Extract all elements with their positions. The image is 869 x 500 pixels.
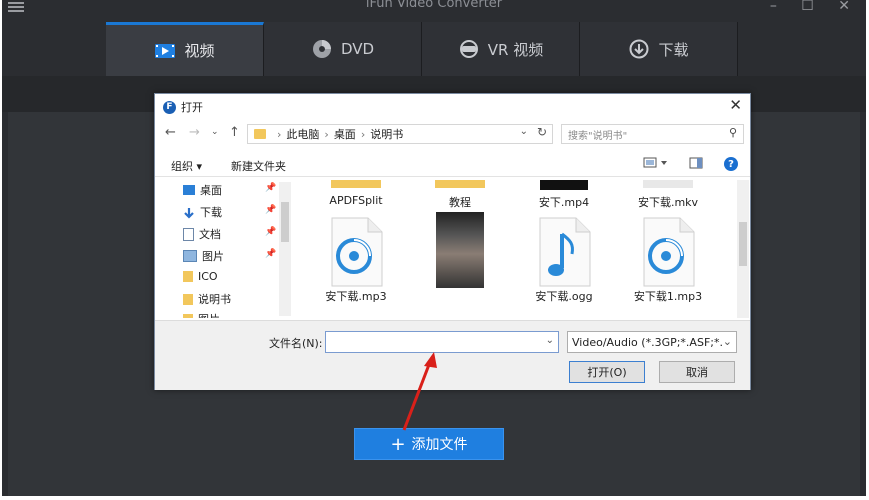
dialog-titlebar: F 打开 bbox=[163, 99, 203, 115]
video-icon bbox=[154, 42, 176, 60]
folder-icon bbox=[183, 271, 193, 282]
help-icon[interactable]: ? bbox=[724, 157, 738, 171]
desktop-icon bbox=[183, 185, 195, 195]
tab-download-label: 下载 bbox=[658, 40, 689, 59]
file-item[interactable]: 安下载.mkv bbox=[623, 180, 713, 210]
recent-dropdown-icon[interactable]: ⌄ bbox=[211, 127, 219, 137]
dialog-toolbar: 组织 ▾ 新建文件夹 ? bbox=[155, 154, 750, 177]
tab-vr-video[interactable]: VR 视频 bbox=[422, 22, 580, 76]
document-icon bbox=[183, 227, 194, 241]
tab-download[interactable]: 下载 bbox=[580, 22, 738, 76]
dvd-disc-icon bbox=[311, 40, 333, 58]
tab-video-label: 视频 bbox=[184, 42, 215, 60]
back-arrow-icon[interactable]: ← bbox=[165, 125, 176, 140]
sidebar-item-downloads[interactable]: 下载 bbox=[183, 204, 222, 220]
file-item[interactable]: 安下载.mp3 bbox=[311, 216, 401, 304]
preview-pane-icon[interactable] bbox=[689, 157, 703, 172]
vr-headset-icon bbox=[458, 40, 480, 58]
file-list-scroll-thumb[interactable] bbox=[739, 222, 747, 266]
search-placeholder: 搜索"说明书" bbox=[568, 130, 628, 142]
dialog-footer: 文件名(N): ⌄ Video/Audio (*.3GP;*.ASF;*.A ⌄… bbox=[155, 320, 750, 390]
sidebar-scroll-thumb[interactable] bbox=[281, 202, 289, 242]
pin-icon: 📌 bbox=[265, 205, 277, 215]
download-arrow-icon bbox=[183, 207, 195, 219]
sidebar-item-documents[interactable]: 文档 bbox=[183, 226, 221, 242]
folder-icon bbox=[183, 313, 193, 318]
chevron-down-icon[interactable]: ⌄ bbox=[722, 335, 732, 348]
cancel-button[interactable]: 取消 bbox=[659, 361, 735, 383]
file-item[interactable]: 安下载.ogg bbox=[519, 216, 609, 304]
sidebar-item-ico[interactable]: ICO bbox=[183, 270, 218, 283]
navigation-pane: 桌面 📌 下载 📌 文档 📌 图片 📌 ICO 说明书 图片 bbox=[155, 180, 293, 318]
folder-icon bbox=[331, 180, 381, 188]
file-item[interactable]: APDFSplit bbox=[311, 180, 401, 207]
file-item[interactable]: 安下.mp4 bbox=[519, 180, 609, 210]
window-controls[interactable]: – ☐ ✕ bbox=[770, 0, 860, 14]
tab-dvd-label: DVD bbox=[340, 40, 375, 58]
video-file-icon bbox=[643, 180, 693, 188]
download-icon bbox=[628, 39, 650, 59]
address-bar[interactable]: › 此电脑 › 桌面 › 说明书 ⌄ ↻ bbox=[247, 124, 553, 144]
app-title: iFun Video Converter bbox=[365, 0, 503, 10]
folder-icon bbox=[435, 180, 485, 188]
pin-icon: 📌 bbox=[265, 249, 277, 259]
sidebar-item-images[interactable]: 图片 bbox=[183, 311, 220, 318]
chevron-down-icon[interactable]: ⌄ bbox=[546, 335, 554, 346]
breadcrumb-item[interactable]: 此电脑 bbox=[286, 126, 319, 142]
sidebar-item-manual[interactable]: 说明书 bbox=[183, 291, 231, 307]
picture-icon bbox=[183, 250, 197, 262]
new-folder-button[interactable]: 新建文件夹 bbox=[231, 158, 286, 174]
file-type-select[interactable]: Video/Audio (*.3GP;*.ASF;*.A ⌄ bbox=[567, 331, 737, 353]
forward-arrow-icon[interactable]: → bbox=[189, 125, 200, 140]
tab-video[interactable]: 视频 bbox=[106, 22, 264, 76]
file-list: APDFSplit 教程 安下.mp4 安下载.mkv 安下载.mp3 安下载.… bbox=[305, 180, 735, 318]
search-icon: ⚲ bbox=[728, 126, 737, 139]
music-note-icon bbox=[536, 216, 592, 288]
open-button[interactable]: 打开(O) bbox=[569, 361, 645, 383]
file-item[interactable] bbox=[415, 212, 505, 288]
file-item[interactable]: 安下载1.mp3 bbox=[623, 216, 713, 304]
folder-icon bbox=[254, 129, 266, 139]
view-options-icon[interactable] bbox=[643, 157, 669, 172]
tab-vr-label: VR 视频 bbox=[487, 40, 544, 59]
dialog-title: 打开 bbox=[181, 101, 203, 114]
filename-label: 文件名(N): bbox=[269, 337, 323, 350]
pin-icon: 📌 bbox=[265, 183, 277, 193]
sidebar-item-pictures[interactable]: 图片 bbox=[183, 248, 224, 264]
pin-icon: 📌 bbox=[265, 227, 277, 237]
audio-file-icon bbox=[328, 216, 384, 288]
tab-dvd[interactable]: DVD bbox=[264, 22, 422, 76]
add-file-label: 添加文件 bbox=[411, 437, 468, 453]
audio-file-icon bbox=[640, 216, 696, 288]
breadcrumb-item[interactable]: 说明书 bbox=[370, 126, 403, 142]
organize-button[interactable]: 组织 ▾ bbox=[171, 158, 202, 174]
folder-icon bbox=[183, 293, 193, 305]
chevron-down-icon[interactable]: ⌄ bbox=[520, 126, 528, 137]
refresh-icon[interactable]: ↻ bbox=[537, 125, 547, 139]
file-item[interactable]: 教程 bbox=[415, 180, 505, 210]
add-file-button[interactable]: + 添加文件 bbox=[354, 428, 504, 460]
navigation-bar: ← → ⌄ ↑ › 此电脑 › 桌面 › 说明书 ⌄ ↻ 搜索"说明书" ⚲ bbox=[155, 122, 750, 146]
close-icon[interactable]: ✕ bbox=[729, 96, 742, 114]
video-thumbnail bbox=[436, 212, 484, 288]
up-arrow-icon[interactable]: ↑ bbox=[229, 125, 240, 140]
breadcrumb-item[interactable]: 桌面 bbox=[334, 126, 356, 142]
search-box[interactable]: 搜索"说明书" ⚲ bbox=[561, 124, 744, 144]
plus-icon: + bbox=[390, 433, 406, 455]
app-logo-icon: F bbox=[163, 100, 176, 114]
open-file-dialog: F 打开 ✕ ← → ⌄ ↑ › 此电脑 › 桌面 › 说明书 ⌄ ↻ 搜索"说… bbox=[154, 93, 751, 390]
main-tabs: 视频 DVD VR 视频 下载 bbox=[106, 22, 738, 76]
filename-input[interactable]: ⌄ bbox=[325, 331, 559, 353]
video-thumbnail bbox=[540, 180, 588, 190]
sidebar-item-desktop[interactable]: 桌面 bbox=[183, 182, 222, 198]
